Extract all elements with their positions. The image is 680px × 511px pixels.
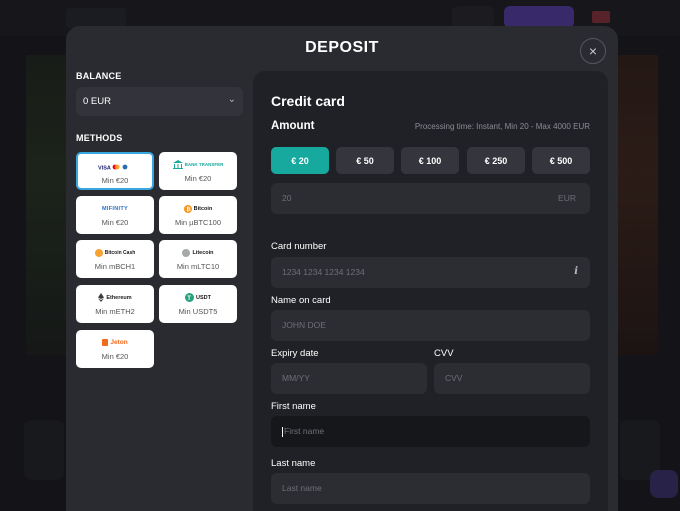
close-icon[interactable]: × xyxy=(580,38,606,64)
method-min: Min €20 xyxy=(184,174,212,183)
method-min: Min mETH2 xyxy=(95,307,135,316)
method-min: Min µBTC100 xyxy=(174,218,221,227)
bitcoin-icon: ₿ Bitcoin xyxy=(159,204,237,213)
cvv-label: CVV xyxy=(434,348,454,359)
method-usdt[interactable]: T USDT Min USDT5 xyxy=(159,285,237,323)
amount-250-button[interactable]: € 250 xyxy=(467,147,525,174)
info-icon[interactable]: i xyxy=(574,266,578,277)
name-on-card-placeholder: JOHN DOE xyxy=(282,320,326,330)
method-min: Min €20 xyxy=(101,218,129,227)
amount-input[interactable]: 20 EUR xyxy=(271,183,590,214)
first-name-input[interactable]: First name xyxy=(271,416,590,447)
expiry-date-input[interactable]: MM/YY xyxy=(271,363,427,394)
amount-label: Amount xyxy=(271,120,315,132)
methods-label: METHODS xyxy=(76,133,123,143)
card-number-placeholder: 1234 1234 1234 1234 xyxy=(282,267,365,277)
method-ethereum[interactable]: Ethereum Min mETH2 xyxy=(76,285,154,323)
svg-text:VISA: VISA xyxy=(98,165,111,171)
jeton-logo-icon: Jeton xyxy=(76,338,154,347)
credit-card-panel: Credit card Amount Processing time: Inst… xyxy=(253,71,608,511)
first-name-placeholder: First name xyxy=(284,426,325,436)
method-bitcoin[interactable]: ₿ Bitcoin Min µBTC100 xyxy=(159,196,237,234)
expiry-placeholder: MM/YY xyxy=(282,373,310,383)
expiry-date-label: Expiry date xyxy=(271,348,319,359)
panel-title: Credit card xyxy=(271,93,345,109)
name-on-card-input[interactable]: JOHN DOE xyxy=(271,310,590,341)
method-visa-mastercard[interactable]: VISA Min €20 xyxy=(76,152,154,190)
text-caret xyxy=(282,426,283,437)
cvv-placeholder: CVV xyxy=(445,373,463,383)
bitcoin-cash-icon: Bitcoin Cash xyxy=(76,248,154,257)
method-mifinity[interactable]: MIFINITY Min €20 xyxy=(76,196,154,234)
currency-suffix: EUR xyxy=(558,193,576,203)
method-min: Min €20 xyxy=(101,352,129,361)
card-number-input[interactable]: 1234 1234 1234 1234 i xyxy=(271,257,590,288)
amount-100-button[interactable]: € 100 xyxy=(401,147,459,174)
method-min: Min mLTC10 xyxy=(176,262,220,271)
method-min: Min €20 xyxy=(101,176,129,185)
amount-value: 20 xyxy=(282,193,292,203)
litecoin-icon: Litecoin xyxy=(159,248,237,257)
ethereum-icon: Ethereum xyxy=(76,293,154,302)
amount-500-button[interactable]: € 500 xyxy=(532,147,590,174)
first-name-label: First name xyxy=(271,401,316,412)
method-min: Min USDT5 xyxy=(178,307,218,316)
balance-value: 0 EUR xyxy=(83,96,111,107)
chevron-down-icon: ⌄ xyxy=(227,94,236,105)
method-min: Min mBCH1 xyxy=(94,262,136,271)
last-name-placeholder: Last name xyxy=(282,483,322,493)
balance-label: BALANCE xyxy=(76,71,122,81)
bank-icon: BANK TRANSFER xyxy=(159,160,237,169)
modal-title: DEPOSIT xyxy=(305,39,379,56)
method-bank-transfer[interactable]: BANK TRANSFER Min €20 xyxy=(159,152,237,190)
svg-text:₿: ₿ xyxy=(186,206,191,213)
visa-mastercard-logo-icon: VISA xyxy=(78,162,152,171)
method-litecoin[interactable]: Litecoin Min mLTC10 xyxy=(159,240,237,278)
amount-20-button[interactable]: € 20 xyxy=(271,147,329,174)
last-name-input[interactable]: Last name xyxy=(271,473,590,504)
mifinity-logo-icon: MIFINITY xyxy=(102,205,128,212)
svg-text:T: T xyxy=(187,296,191,302)
deposit-modal: DEPOSIT × BALANCE 0 EUR ⌄ METHODS VISA M… xyxy=(66,26,618,511)
card-number-label: Card number xyxy=(271,241,327,252)
method-bitcoin-cash[interactable]: Bitcoin Cash Min mBCH1 xyxy=(76,240,154,278)
name-on-card-label: Name on card xyxy=(271,295,331,306)
method-jeton[interactable]: Jeton Min €20 xyxy=(76,330,154,368)
balance-select[interactable]: 0 EUR ⌄ xyxy=(76,87,243,116)
processing-time: Processing time: Instant, Min 20 - Max 4… xyxy=(414,122,590,131)
last-name-label: Last name xyxy=(271,458,316,469)
cvv-input[interactable]: CVV xyxy=(434,363,590,394)
amount-50-button[interactable]: € 50 xyxy=(336,147,394,174)
tether-icon: T USDT xyxy=(159,293,237,302)
